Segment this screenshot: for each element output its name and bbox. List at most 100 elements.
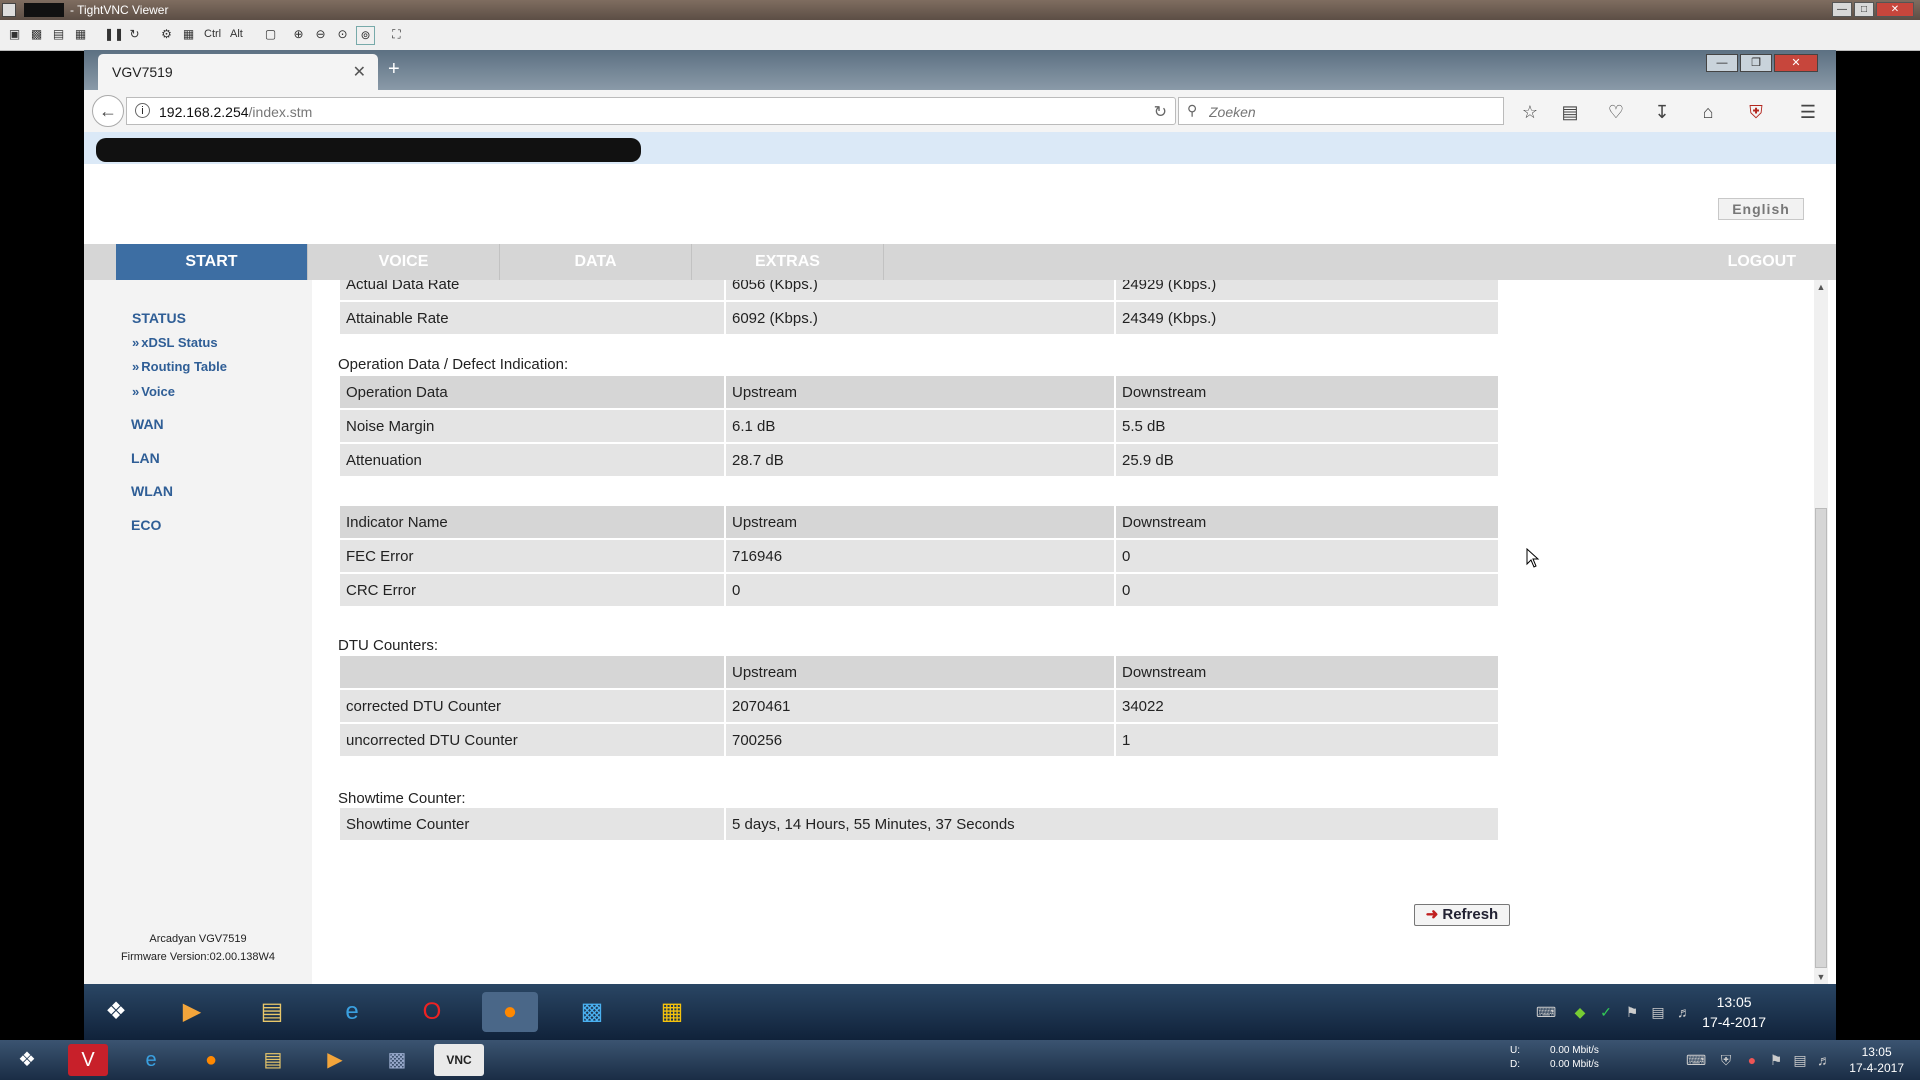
reload-icon[interactable]: ↻ bbox=[1154, 102, 1167, 122]
sidebar-subitem-xdsl-status[interactable]: » xDSL Status bbox=[132, 335, 218, 350]
ctrl-alt-del-icon[interactable]: ⚙ bbox=[158, 26, 175, 43]
site-info-icon[interactable]: i bbox=[135, 103, 150, 118]
new-connection-icon[interactable]: ▣ bbox=[6, 26, 23, 43]
url-bar[interactable]: i 192.168.2.254/index.stm ↻ bbox=[126, 97, 1176, 125]
tray-sync-icon[interactable]: ✓ bbox=[1596, 1002, 1616, 1022]
sidebar-item-eco[interactable]: ECO bbox=[131, 517, 161, 533]
browser-tab[interactable]: VGV7519 ✕ bbox=[98, 54, 378, 90]
sidebar-item-wan[interactable]: WAN bbox=[131, 416, 164, 432]
firefox-icon[interactable]: ● bbox=[482, 992, 538, 1032]
refresh-screen-icon[interactable]: ↻ bbox=[126, 26, 143, 43]
tray-volume-icon[interactable]: ♬ bbox=[1674, 1002, 1694, 1022]
vnc-maximize-button[interactable]: □ bbox=[1854, 2, 1874, 17]
host-taskbar: ❖ V e ● ▤ ▶ ▩ VNC U: 0.00 Mbit/s D: 0.00 M… bbox=[0, 1040, 1920, 1080]
clipboard-icon[interactable]: ▢ bbox=[262, 26, 279, 43]
media-player-icon[interactable]: ▶ bbox=[164, 992, 220, 1032]
network-app-icon[interactable]: ▩ bbox=[564, 992, 620, 1032]
dtu-section-label: DTU Counters: bbox=[338, 637, 439, 654]
browser-close-button[interactable]: ✕ bbox=[1774, 54, 1818, 72]
download-icon[interactable]: ↧ bbox=[1650, 100, 1674, 124]
host-tray-shield-icon[interactable]: ⛨ bbox=[1716, 1050, 1736, 1070]
browser-minimize-button[interactable]: — bbox=[1706, 54, 1738, 72]
explorer-folder-icon[interactable]: ▤ bbox=[244, 992, 300, 1032]
search-box[interactable]: ⚲ bbox=[1178, 97, 1504, 125]
host-tray-network-icon[interactable]: ▤ bbox=[1790, 1050, 1810, 1070]
raquo-icon: » bbox=[132, 359, 140, 374]
tray-flag-icon[interactable]: ⚑ bbox=[1622, 1002, 1642, 1022]
remote-clock[interactable]: 13:05 17-4-2017 bbox=[1702, 992, 1766, 1032]
vnc-close-button[interactable]: ✕ bbox=[1876, 2, 1914, 17]
tab-close-icon[interactable]: ✕ bbox=[353, 62, 366, 82]
sidebar-subitem-routing-table[interactable]: » Routing Table bbox=[132, 359, 227, 374]
new-tab-icon[interactable]: + bbox=[388, 58, 400, 81]
zoom-fit-icon[interactable]: ⊚ bbox=[356, 26, 375, 45]
internet-explorer-icon[interactable]: e bbox=[324, 992, 380, 1032]
host-tray-app-icon[interactable]: ● bbox=[1742, 1050, 1762, 1070]
browser-tabstrip: VGV7519 ✕ + — ❐ ✕ bbox=[84, 50, 1836, 90]
nav-start[interactable]: START bbox=[116, 244, 308, 280]
sidebar-item-wlan[interactable]: WLAN bbox=[131, 483, 173, 499]
opera-icon[interactable]: O bbox=[404, 992, 460, 1032]
scrollbar-thumb[interactable] bbox=[1815, 508, 1827, 968]
pause-icon[interactable]: ❚❚ bbox=[104, 26, 124, 43]
win-key-icon[interactable]: ▦ bbox=[180, 26, 197, 43]
rates-table: Actual Data Rate 6056 (Kbps.) 24929 (Kbp… bbox=[338, 280, 1500, 336]
host-clock[interactable]: 13:05 17-4-2017 bbox=[1849, 1044, 1904, 1076]
fullscreen-icon[interactable]: ⛶ bbox=[388, 26, 405, 43]
table-row: CRC Error 0 0 bbox=[338, 572, 1500, 608]
sidebar-item-status[interactable]: STATUS bbox=[132, 310, 186, 326]
ublock-shield-icon[interactable]: ⛨ bbox=[1744, 100, 1768, 124]
host-folder-icon[interactable]: ▤ bbox=[248, 1044, 298, 1076]
host-tray-flag-icon[interactable]: ⚑ bbox=[1766, 1050, 1786, 1070]
table-row: uncorrected DTU Counter 700256 1 bbox=[338, 722, 1500, 758]
dtu-table: Upstream Downstream corrected DTU Counte… bbox=[338, 654, 1500, 758]
tray-network-icon[interactable]: ▤ bbox=[1648, 1002, 1668, 1022]
nav-extras[interactable]: EXTRAS bbox=[692, 244, 884, 280]
scroll-up-icon[interactable]: ▲ bbox=[1814, 280, 1828, 294]
start-orb-icon[interactable]: ❖ bbox=[88, 992, 144, 1032]
language-button[interactable]: English bbox=[1718, 198, 1804, 220]
vnc-minimize-button[interactable]: — bbox=[1832, 2, 1852, 17]
save-icon[interactable]: ▩ bbox=[28, 26, 45, 43]
nav-voice[interactable]: VOICE bbox=[308, 244, 500, 280]
menu-hamburger-icon[interactable]: ☰ bbox=[1796, 100, 1820, 124]
options-icon[interactable]: ▤ bbox=[50, 26, 67, 43]
table-header-row: Indicator Name Upstream Downstream bbox=[338, 504, 1500, 540]
vivaldi-icon[interactable]: V bbox=[68, 1044, 108, 1076]
page-scrollbar[interactable]: ▲ ▼ bbox=[1814, 280, 1828, 984]
tray-keyboard-icon[interactable]: ⌨ bbox=[1536, 1002, 1556, 1022]
zoom-in-icon[interactable]: ⊕ bbox=[290, 26, 307, 43]
windows-store-icon[interactable]: ▦ bbox=[644, 992, 700, 1032]
home-icon[interactable]: ⌂ bbox=[1696, 100, 1720, 124]
host-tightvnc-icon[interactable]: VNC bbox=[434, 1044, 484, 1076]
info-icon[interactable]: ▦ bbox=[72, 26, 89, 43]
host-tray-volume-icon[interactable]: ♬ bbox=[1814, 1050, 1834, 1070]
sidebar-subitem-voice[interactable]: » Voice bbox=[132, 384, 175, 399]
pocket-icon[interactable]: ♡ bbox=[1604, 100, 1628, 124]
sidebar-item-lan[interactable]: LAN bbox=[131, 450, 160, 466]
table-row: Showtime Counter 5 days, 14 Hours, 55 Mi… bbox=[338, 806, 1500, 842]
sidebar: STATUS » xDSL Status » Routing Table » Voic… bbox=[84, 280, 312, 984]
host-start-orb-icon[interactable]: ❖ bbox=[2, 1044, 52, 1076]
reading-list-icon[interactable]: ▤ bbox=[1558, 100, 1582, 124]
zoom-100-icon[interactable]: ⊙ bbox=[334, 26, 351, 43]
indicator-table: Indicator Name Upstream Downstream FEC E… bbox=[338, 504, 1500, 608]
nav-data[interactable]: DATA bbox=[500, 244, 692, 280]
zoom-out-icon[interactable]: ⊖ bbox=[312, 26, 329, 43]
ctrl-key-button[interactable]: Ctrl bbox=[204, 26, 221, 43]
host-firefox-icon[interactable]: ● bbox=[186, 1044, 236, 1076]
tray-nvidia-icon[interactable]: ◆ bbox=[1570, 1002, 1590, 1022]
host-app-icon[interactable]: ▩ bbox=[372, 1044, 422, 1076]
bookmark-star-icon[interactable]: ☆ bbox=[1518, 100, 1542, 124]
host-ie-icon[interactable]: e bbox=[126, 1044, 176, 1076]
scroll-down-icon[interactable]: ▼ bbox=[1814, 970, 1828, 984]
search-input[interactable] bbox=[1207, 101, 1491, 123]
host-media-icon[interactable]: ▶ bbox=[310, 1044, 360, 1076]
back-arrow-icon[interactable]: ← bbox=[92, 95, 124, 127]
alt-key-button[interactable]: Alt bbox=[230, 26, 243, 43]
host-tray-keyboard-icon[interactable]: ⌨ bbox=[1686, 1050, 1706, 1070]
refresh-button[interactable]: ➜ Refresh bbox=[1414, 904, 1510, 926]
table-header-row: Upstream Downstream bbox=[338, 654, 1500, 690]
nav-logout[interactable]: LOGOUT bbox=[1728, 244, 1796, 280]
browser-restore-button[interactable]: ❐ bbox=[1740, 54, 1772, 72]
